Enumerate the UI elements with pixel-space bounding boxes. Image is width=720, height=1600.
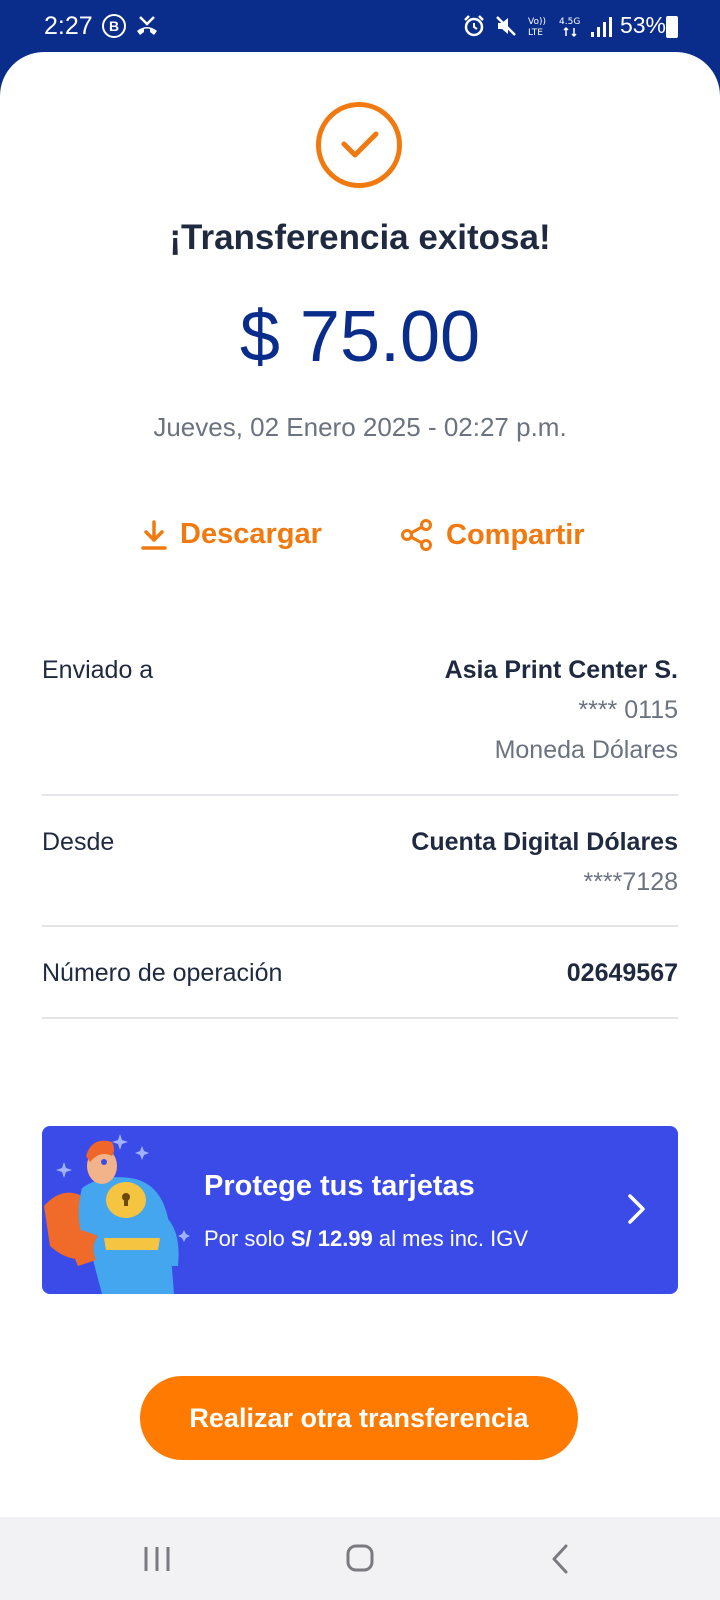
superhero-illustration-icon [44,1134,190,1294]
sent-to-label: Enviado a [42,656,154,684]
recipient-name: Asia Print Center S. [444,656,678,684]
system-navigation-bar [0,1517,720,1600]
signal-icon [590,16,612,37]
alarm-icon [464,14,484,36]
recipient-currency: Moneda Dólares [494,736,678,764]
source-account-name: Cuenta Digital Dólares [411,828,678,856]
svg-text:Vo)): Vo)) [528,17,546,27]
status-left-icons: B [102,14,160,38]
b-circle-icon: B [102,14,126,38]
promo-title: Protege tus tarjetas [204,1170,475,1202]
source-account-number: ****7128 [583,868,678,896]
status-right-icons: Vo)) LTE 4.5G 53% [462,12,666,39]
phone-missed-icon [137,16,157,35]
download-icon [141,519,167,550]
status-bar: 2:27 B Vo)) LTE 4.5G 53% [0,0,720,56]
svg-text:4.5G: 4.5G [559,17,580,27]
share-label: Compartir [446,518,585,551]
promo-price: S/ 12.99 [290,1226,373,1251]
back-icon[interactable] [550,1543,570,1575]
divider [42,1017,678,1019]
mute-icon [496,15,516,36]
new-transfer-button[interactable]: Realizar otra transferencia [140,1376,578,1460]
divider [42,794,678,796]
operation-number-label: Número de operación [42,959,283,987]
transfer-amount: $ 75.00 [239,297,481,377]
volte-icon: Vo)) LTE [528,17,546,38]
svg-text:LTE: LTE [528,28,543,38]
4g-icon: 4.5G [559,17,580,37]
share-icon [401,519,432,551]
receipt-card: ¡Transferencia exitosa! $ 75.00 Jueves, … [0,52,720,1517]
operation-number: 02649567 [566,959,678,987]
from-label: Desde [42,828,115,856]
promo-sub-suffix: al mes inc. IGV [372,1226,529,1251]
transfer-datetime: Jueves, 02 Enero 2025 - 02:27 p.m. [153,412,567,442]
battery-percent: 53% [619,12,666,38]
recipient-account: **** 0115 [578,696,678,724]
promo-subtitle: Por solo S/ 12.99 al mes inc. IGV [204,1226,528,1252]
download-label: Descargar [180,518,322,550]
download-button[interactable]: Descargar [140,518,322,551]
page-title: ¡Transferencia exitosa! [169,218,551,257]
home-icon[interactable] [346,1544,374,1572]
battery-icon [666,16,678,38]
recent-apps-icon[interactable] [142,1545,172,1573]
promo-sub-prefix: Por solo [204,1226,291,1251]
status-time: 2:27 [44,12,93,40]
share-button[interactable]: Compartir [400,518,585,552]
success-check-icon [316,102,402,188]
chevron-right-icon [628,1194,645,1224]
card-protection-promo-banner[interactable]: Protege tus tarjetas Por solo S/ 12.99 a… [42,1126,678,1294]
divider [42,925,678,927]
